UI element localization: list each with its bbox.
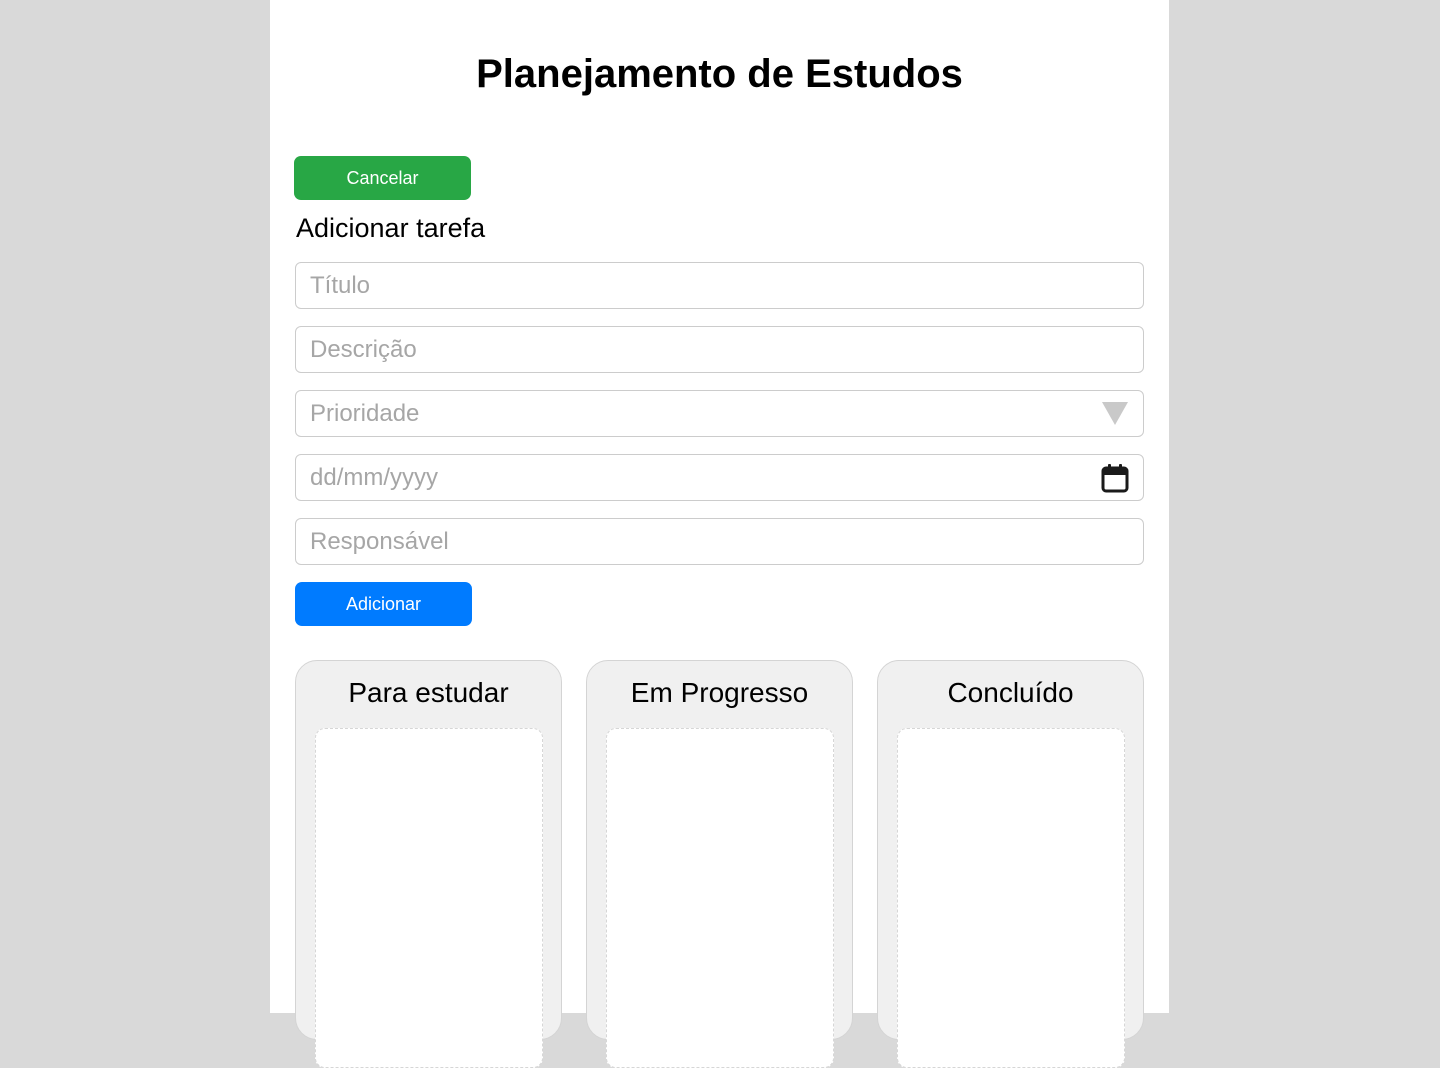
column-dropzone[interactable] [897, 728, 1125, 1068]
date-input[interactable]: dd/mm/yyyy [295, 454, 1144, 501]
column-done: Concluído [877, 660, 1144, 1068]
add-button[interactable]: Adicionar [295, 582, 472, 626]
column-title: Concluído [947, 677, 1074, 708]
main-panel: Planejamento de Estudos Cancelar Adicion… [270, 0, 1169, 1068]
title-input[interactable] [295, 262, 1144, 309]
column-dropzone[interactable] [315, 728, 543, 1068]
date-placeholder: dd/mm/yyyy [310, 463, 439, 491]
description-input[interactable] [295, 326, 1144, 373]
calendar-icon[interactable] [1101, 463, 1129, 493]
priority-placeholder: Prioridade [310, 399, 420, 427]
chevron-down-icon [1102, 402, 1128, 425]
column-dropzone[interactable] [606, 728, 834, 1068]
page-title: Planejamento de Estudos [476, 52, 963, 96]
column-in-progress: Em Progresso [586, 660, 853, 1068]
column-to-study: Para estudar [295, 660, 562, 1068]
priority-select[interactable]: Prioridade [295, 390, 1144, 437]
column-title: Para estudar [348, 677, 509, 708]
cancel-button[interactable]: Cancelar [294, 156, 471, 200]
responsible-input[interactable] [295, 518, 1144, 565]
column-title: Em Progresso [630, 677, 809, 708]
add-task-heading: Adicionar tarefa [296, 213, 486, 243]
